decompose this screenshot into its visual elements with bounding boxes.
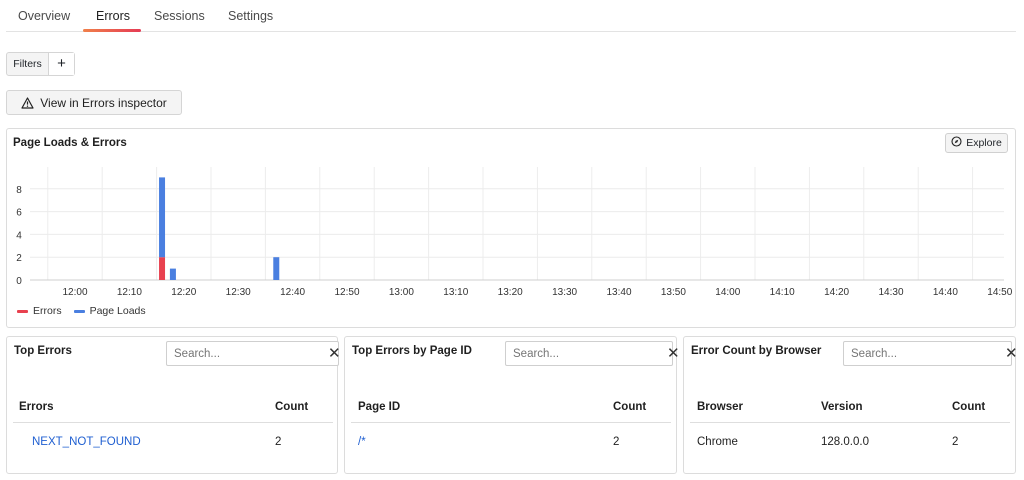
x-tick-label: 13:00 <box>389 287 414 298</box>
chart-panel: Page Loads & Errors Explore 0 2 4 6 8 12:00 12… <box>6 128 1016 328</box>
page-loads-errors-chart: 0 2 4 6 8 12:00 12:10 12:20 12:30 12:40 12:50 13:00… <box>16 167 1013 298</box>
top-errors-by-page-panel: Top Errors by Page ID ✕ Page ID Count /*… <box>344 336 680 474</box>
page-id-search-clear-icon[interactable]: ✕ <box>667 342 680 365</box>
top-errors-by-page-table: Page ID Count /* 2 <box>351 392 671 462</box>
filters-group: Filters + <box>6 52 75 76</box>
x-tick-label: 13:40 <box>606 287 631 298</box>
errors-by-browser-table: Browser Version Count Chrome 128.0.0.0 2 <box>690 392 1010 462</box>
x-tick-label: 12:10 <box>117 287 142 298</box>
y-tick-label: 8 <box>16 185 22 196</box>
count-cell: 2 <box>613 436 620 449</box>
browser-search-input[interactable] <box>844 342 1005 365</box>
table-row: NEXT_NOT_FOUND 2 <box>13 422 333 462</box>
error-cell: NEXT_NOT_FOUND <box>13 422 275 462</box>
top-errors-panel: Top Errors ✕ Errors Count NEXT_NOT_FOUND… <box>6 336 341 474</box>
x-tick-label: 12:40 <box>280 287 305 298</box>
filters-button[interactable]: Filters <box>7 53 49 75</box>
x-tick-label: 14:00 <box>715 287 740 298</box>
legend-swatch-page-loads <box>73 309 85 313</box>
view-errors-inspector-button[interactable]: View in Errors inspector <box>6 90 182 115</box>
legend-item-errors[interactable]: Errors <box>17 305 62 317</box>
top-errors-by-page-title: Top Errors by Page ID <box>352 345 472 357</box>
page-id-link[interactable]: /* <box>358 436 366 448</box>
column-header-count[interactable]: Count <box>275 392 333 423</box>
column-header-count[interactable]: Count <box>952 392 1010 423</box>
y-tick-label: 2 <box>16 253 22 264</box>
table-header-row: Errors Count <box>13 392 333 423</box>
bar-page-loads <box>159 177 166 258</box>
x-tick-label: 14:40 <box>933 287 958 298</box>
page-id-cell: /* <box>351 422 613 462</box>
legend-label-errors: Errors <box>33 305 62 317</box>
tab-settings[interactable]: Settings <box>228 0 273 32</box>
x-tick-label: 13:20 <box>498 287 523 298</box>
x-tick-label: 12:30 <box>226 287 251 298</box>
bar-page-loads <box>169 268 176 280</box>
top-errors-table: Errors Count NEXT_NOT_FOUND 2 <box>13 392 333 462</box>
page-id-search: ✕ <box>505 341 680 366</box>
bar-page-loads <box>273 257 280 280</box>
add-filter-button[interactable]: + <box>49 53 74 75</box>
table-header-row: Page ID Count <box>351 392 671 423</box>
chart-legend: Errors Page Loads <box>17 305 146 317</box>
count-cell: 2 <box>275 436 282 449</box>
x-tick-label: 14:50 <box>987 287 1012 298</box>
y-tick-label: 6 <box>16 208 22 219</box>
active-tab-indicator <box>83 29 141 32</box>
table-header-row: Browser Version Count <box>690 392 1010 423</box>
legend-swatch-errors <box>17 309 28 313</box>
warning-triangle-icon <box>21 96 34 109</box>
page-id-search-input[interactable] <box>506 342 667 365</box>
browser-search: ✕ <box>843 341 1018 366</box>
x-tick-label: 13:50 <box>661 287 686 298</box>
top-errors-search-input[interactable] <box>167 342 328 365</box>
errors-by-browser-title: Error Count by Browser <box>691 345 822 357</box>
x-tick-label: 12:50 <box>334 287 359 298</box>
legend-label-page-loads: Page Loads <box>89 305 146 317</box>
legend-item-page-loads[interactable]: Page Loads <box>73 305 146 317</box>
bar-errors <box>159 257 166 280</box>
x-tick-label: 13:10 <box>443 287 468 298</box>
tab-overview[interactable]: Overview <box>18 0 70 32</box>
x-tick-label: 14:20 <box>824 287 849 298</box>
view-errors-inspector-label: View in Errors inspector <box>40 95 167 110</box>
column-header-count[interactable]: Count <box>613 392 671 423</box>
top-errors-title: Top Errors <box>14 345 72 357</box>
tab-bar: Overview Errors Sessions Settings <box>6 0 1016 32</box>
column-header-browser[interactable]: Browser <box>690 392 821 423</box>
column-header-version[interactable]: Version <box>821 392 952 423</box>
count-cell: 2 <box>952 436 959 449</box>
top-errors-search-clear-icon[interactable]: ✕ <box>328 342 341 365</box>
column-header-errors[interactable]: Errors <box>13 392 275 423</box>
tab-errors[interactable]: Errors <box>96 0 130 32</box>
column-header-page-id[interactable]: Page ID <box>351 392 613 423</box>
tab-sessions[interactable]: Sessions <box>154 0 205 32</box>
y-tick-label: 0 <box>16 276 22 287</box>
x-tick-label: 12:20 <box>171 287 196 298</box>
table-row: Chrome 128.0.0.0 2 <box>690 422 1010 462</box>
top-errors-search: ✕ <box>166 341 341 366</box>
x-tick-label: 14:30 <box>878 287 903 298</box>
x-tick-label: 12:00 <box>62 287 87 298</box>
y-tick-label: 4 <box>16 230 22 241</box>
version-cell: 128.0.0.0 <box>821 436 869 449</box>
x-tick-label: 14:10 <box>770 287 795 298</box>
errors-by-browser-panel: Error Count by Browser ✕ Browser Version… <box>683 336 1018 474</box>
browser-search-clear-icon[interactable]: ✕ <box>1005 342 1018 365</box>
table-row: /* 2 <box>351 422 671 462</box>
browser-cell: Chrome <box>697 436 738 449</box>
x-tick-label: 13:30 <box>552 287 577 298</box>
error-link[interactable]: NEXT_NOT_FOUND <box>32 436 141 448</box>
